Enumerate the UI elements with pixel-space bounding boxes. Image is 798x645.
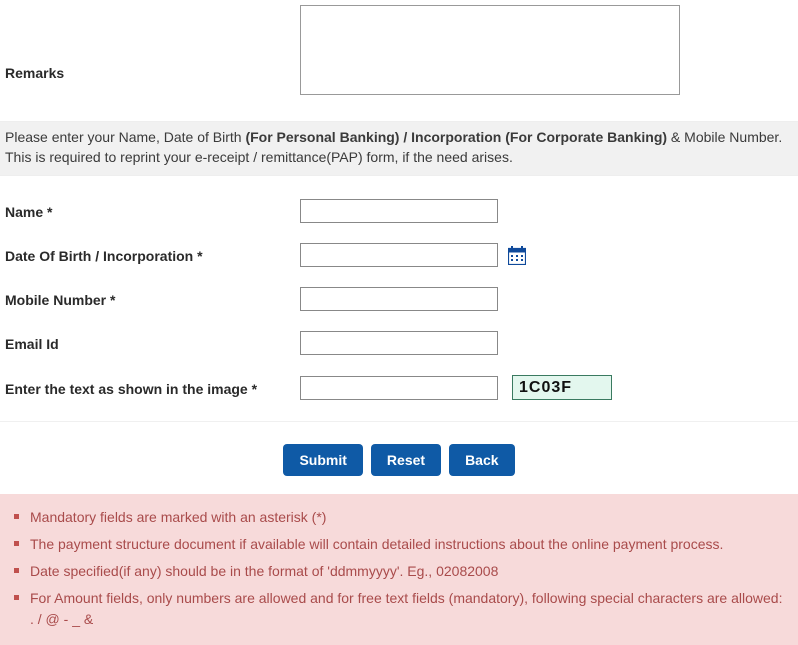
captcha-image: 1C03F (512, 375, 612, 400)
captcha-row: Enter the text as shown in the image * 1… (0, 370, 798, 405)
remarks-label: Remarks (5, 5, 300, 81)
note-item: Mandatory fields are marked with an aste… (8, 504, 790, 531)
name-row: Name * (0, 194, 798, 228)
name-input[interactable] (300, 199, 498, 223)
instruction-bold: (For Personal Banking) / Incorporation (… (245, 129, 667, 145)
mobile-label: Mobile Number * (5, 290, 300, 308)
email-label: Email Id (5, 334, 300, 352)
notes-box: Mandatory fields are marked with an aste… (0, 494, 798, 645)
note-item: The payment structure document if availa… (8, 531, 790, 558)
remarks-textarea[interactable] (300, 5, 680, 95)
note-item: For Amount fields, only numbers are allo… (8, 585, 790, 633)
submit-button[interactable]: Submit (283, 444, 362, 476)
name-label: Name * (5, 202, 300, 220)
mobile-row: Mobile Number * (0, 282, 798, 316)
button-bar: Submit Reset Back (0, 436, 798, 494)
dob-row: Date Of Birth / Incorporation * (0, 238, 798, 272)
reset-button[interactable]: Reset (371, 444, 441, 476)
back-button[interactable]: Back (449, 444, 514, 476)
captcha-input[interactable] (300, 376, 498, 400)
note-item: Date specified(if any) should be in the … (8, 558, 790, 585)
remarks-input-cell (300, 5, 680, 98)
notes-list: Mandatory fields are marked with an aste… (8, 504, 790, 633)
instruction-line2: This is required to reprint your e-recei… (5, 149, 513, 165)
instruction-bar: Please enter your Name, Date of Birth (F… (0, 121, 798, 176)
mobile-input[interactable] (300, 287, 498, 311)
dob-label: Date Of Birth / Incorporation * (5, 246, 300, 264)
instruction-prefix: Please enter your Name, Date of Birth (5, 129, 245, 145)
calendar-icon[interactable] (508, 246, 526, 265)
instruction-suffix: & Mobile Number. (667, 129, 782, 145)
email-input[interactable] (300, 331, 498, 355)
captcha-label: Enter the text as shown in the image * (5, 379, 300, 397)
remarks-row: Remarks (0, 0, 798, 103)
email-row: Email Id (0, 326, 798, 360)
dob-input[interactable] (300, 243, 498, 267)
divider (0, 421, 798, 422)
